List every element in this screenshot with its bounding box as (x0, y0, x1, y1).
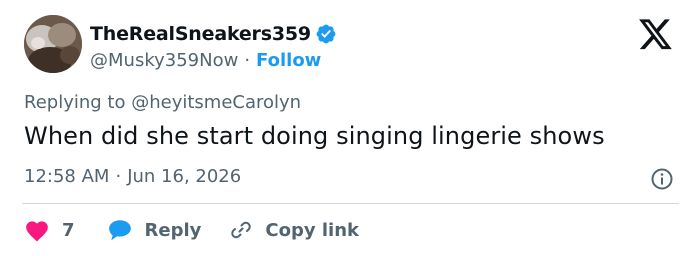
like-count: 7 (62, 219, 75, 241)
replying-prefix: Replying to (24, 92, 126, 113)
tweet-timestamp[interactable]: 12:58 AM · Jun 16, 2026 (24, 166, 241, 187)
timestamp-separator: · (115, 166, 122, 187)
tweet-card: TheRealSneakers359 @Musky359Now · Follow… (0, 0, 700, 256)
tweet-text: When did she start doing singing lingeri… (24, 122, 605, 150)
follow-button[interactable]: Follow (256, 50, 321, 71)
reply-button[interactable]: Reply (107, 218, 230, 242)
tweet-date: Jun 16, 2026 (127, 166, 242, 187)
tweet-time: 12:58 AM (24, 166, 110, 187)
display-name[interactable]: TheRealSneakers359 (90, 23, 311, 45)
name-row: TheRealSneakers359 (90, 21, 337, 47)
replying-to: Replying to @heyitsmeCarolyn (24, 92, 301, 113)
reply-bubble-icon (108, 220, 131, 241)
heart-icon (26, 221, 48, 242)
like-button[interactable]: 7 (24, 218, 107, 242)
link-icon (231, 221, 252, 239)
replying-to-handle[interactable]: @heyitsmeCarolyn (131, 92, 301, 113)
reply-label: Reply (144, 219, 202, 241)
x-logo-icon[interactable] (639, 19, 673, 51)
avatar[interactable] (24, 15, 82, 73)
handle-separator: · (244, 49, 251, 71)
copy-link-label: Copy link (265, 219, 359, 241)
handle-row: @Musky359Now · Follow (90, 47, 321, 73)
user-handle[interactable]: @Musky359Now (90, 50, 238, 71)
action-bar: 7 Reply Copy link (24, 216, 359, 244)
verified-badge-icon (315, 23, 337, 45)
divider (22, 203, 679, 204)
info-icon[interactable] (650, 167, 674, 191)
copy-link-button[interactable]: Copy link (229, 218, 359, 242)
